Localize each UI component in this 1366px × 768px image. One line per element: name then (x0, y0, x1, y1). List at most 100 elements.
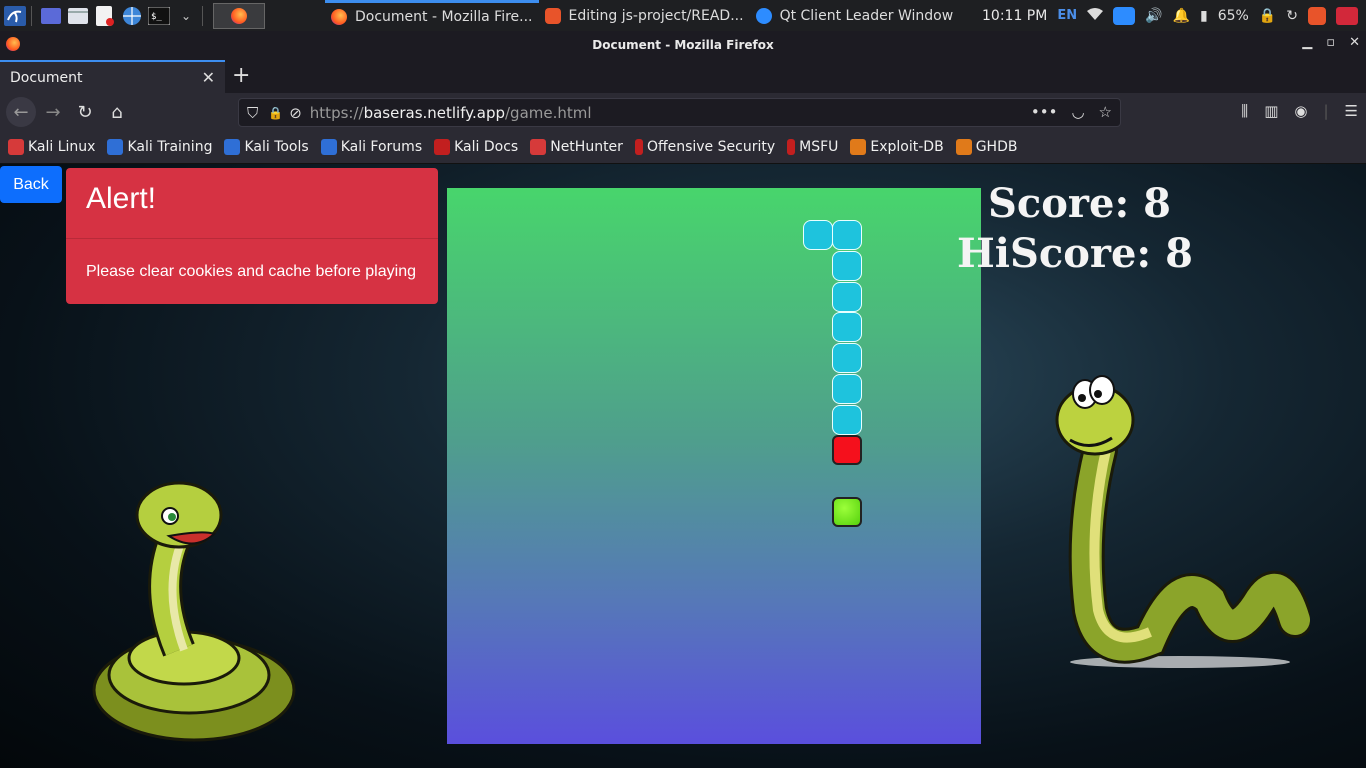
tab-title: Document (10, 69, 83, 86)
clock[interactable]: 10:11 PM (982, 8, 1047, 24)
alert-title: Alert! (66, 168, 438, 239)
alert-message: Please clear cookies and cache before pl… (86, 263, 416, 280)
snake-segment (803, 220, 833, 250)
notification-icon[interactable]: 🔔 (1173, 8, 1190, 24)
close-window-icon[interactable]: ✕ (1349, 35, 1360, 50)
chevron-down-icon[interactable]: ⌄ (174, 5, 198, 27)
zoom-tray-icon[interactable] (1113, 6, 1136, 25)
svg-text:$_: $_ (151, 12, 162, 22)
url-bar[interactable]: ⛉ 🔒 ⊘ https://baseras.netlify.app/game.h… (238, 98, 1121, 127)
game-board[interactable] (447, 188, 981, 744)
volume-icon[interactable]: 🔊 (1145, 8, 1162, 24)
library-icon[interactable]: ⫼ (1241, 102, 1248, 120)
task-firefox[interactable]: Document - Mozilla Fire... (325, 0, 539, 31)
offensive-security-icon (634, 139, 643, 155)
kali-tools-icon (224, 139, 241, 155)
page-actions-icon[interactable]: ••• (1031, 103, 1058, 121)
system-tray: 10:11 PM EN 🔊 🔔 ▮ 65% 🔒 ↻ (982, 0, 1366, 31)
tab-document[interactable]: Document ✕ (0, 60, 225, 93)
kali-docs-icon (434, 139, 451, 155)
kali-training-icon (107, 139, 124, 155)
home-icon[interactable]: ⌂ (104, 100, 130, 124)
desktop-icon[interactable] (39, 5, 63, 27)
maximize-icon[interactable]: ▫ (1326, 35, 1335, 50)
window-title: Document - Mozilla Firefox (592, 38, 774, 52)
panel-separator (31, 5, 32, 26)
bookmark-kali-tools[interactable]: Kali Tools (224, 139, 309, 155)
bookmark-offensive-security[interactable]: Offensive Security (634, 139, 775, 155)
reload-icon[interactable]: ↻ (72, 100, 98, 124)
account-icon[interactable]: ◉ (1294, 102, 1307, 120)
page-content: Back Alert! Please clear cookies and cac… (0, 164, 1366, 768)
firefox-icon (231, 7, 247, 24)
snake-food (832, 497, 862, 527)
refresh-icon[interactable]: ↻ (1286, 8, 1298, 24)
bookmark-kali-forums[interactable]: Kali Forums (320, 139, 423, 155)
exploit-db-icon (850, 139, 867, 155)
ghdb-icon (955, 139, 972, 155)
new-tab-icon[interactable]: + (232, 63, 250, 88)
permissions-icon[interactable]: ⊘ (289, 104, 302, 122)
battery-icon[interactable]: ▮ (1200, 8, 1208, 24)
minimize-icon[interactable]: ▁ (1302, 35, 1312, 50)
url-scheme: https:// (309, 103, 364, 122)
forward-arrow-icon[interactable]: → (40, 100, 66, 124)
firefox-icon (6, 37, 20, 51)
firefox-launcher[interactable] (213, 2, 265, 29)
zoom-icon (755, 7, 772, 24)
tab-strip: Document ✕ + (0, 59, 1366, 93)
bookmark-nethunter[interactable]: NetHunter (530, 139, 623, 155)
sidebar-icon[interactable]: ▥ (1264, 102, 1278, 120)
text-editor-icon[interactable] (93, 5, 117, 27)
wifi-icon[interactable] (1087, 7, 1104, 24)
brave-tray-icon[interactable] (1308, 6, 1326, 25)
terminal-icon[interactable]: $_ (147, 5, 171, 27)
bookmark-label: Kali Forums (340, 139, 423, 155)
task-zoom[interactable]: Qt Client Leader Window (750, 0, 960, 31)
bookmark-star-icon[interactable]: ☆ (1099, 103, 1112, 121)
pocket-icon[interactable]: ◡ (1071, 103, 1084, 121)
bookmarks-toolbar: Kali Linux Kali Training Kali Tools Kali… (0, 131, 1366, 164)
bookmark-msfu[interactable]: MSFU (787, 139, 838, 155)
toolbar-separator: | (1323, 102, 1329, 120)
menu-icon[interactable]: ☰ (1345, 102, 1358, 120)
msfu-icon (787, 139, 796, 155)
bookmark-label: NetHunter (550, 139, 623, 155)
cartoon-snake-right (1055, 375, 1310, 668)
snake-segment (832, 405, 862, 435)
file-manager-icon[interactable] (66, 5, 90, 27)
score-display: Score: 8 (988, 180, 1171, 227)
lock-icon[interactable]: 🔒 (268, 106, 283, 120)
keyboard-layout[interactable]: EN (1057, 8, 1077, 23)
url-path: /game.html (505, 103, 592, 122)
lock-icon[interactable]: 🔒 (1259, 8, 1276, 24)
close-tab-icon[interactable]: ✕ (202, 68, 215, 87)
bookmark-kali-training[interactable]: Kali Training (107, 139, 212, 155)
bookmark-exploit-db[interactable]: Exploit-DB (850, 139, 944, 155)
kali-linux-icon (8, 139, 24, 155)
window-titlebar: Document - Mozilla Firefox ▁ ▫ ✕ (0, 31, 1366, 59)
bookmark-label: Kali Tools (244, 139, 309, 155)
back-arrow-icon[interactable]: ← (6, 97, 36, 127)
task-label: Document - Mozilla Fire... (355, 9, 533, 25)
bookmark-kali-linux[interactable]: Kali Linux (8, 139, 95, 155)
bookmark-kali-docs[interactable]: Kali Docs (434, 139, 518, 155)
bookmark-ghdb[interactable]: GHDB (955, 139, 1017, 155)
task-brave[interactable]: Editing js-project/READ... (539, 0, 750, 31)
url-domain: baseras.netlify.app (363, 103, 505, 122)
bookmark-label: Kali Docs (454, 139, 519, 155)
task-label: Qt Client Leader Window (779, 7, 954, 24)
back-button[interactable]: Back (0, 166, 62, 203)
web-browser-icon[interactable] (120, 5, 144, 27)
kali-menu-icon[interactable] (3, 5, 27, 27)
snake-segment (832, 220, 862, 250)
navigation-toolbar: ← → ↻ ⌂ ⛉ 🔒 ⊘ https://baseras.netlify.ap… (0, 93, 1366, 131)
snake-segment (832, 343, 862, 373)
snake-segment (832, 282, 862, 312)
shield-icon[interactable]: ⛉ (247, 104, 258, 122)
power-icon[interactable] (1336, 6, 1358, 25)
bookmark-label: Kali Training (127, 139, 213, 155)
alert-box: Alert! Please clear cookies and cache be… (66, 168, 438, 304)
snake-segment (832, 251, 862, 281)
url-text: https://baseras.netlify.app/game.html (310, 104, 592, 122)
